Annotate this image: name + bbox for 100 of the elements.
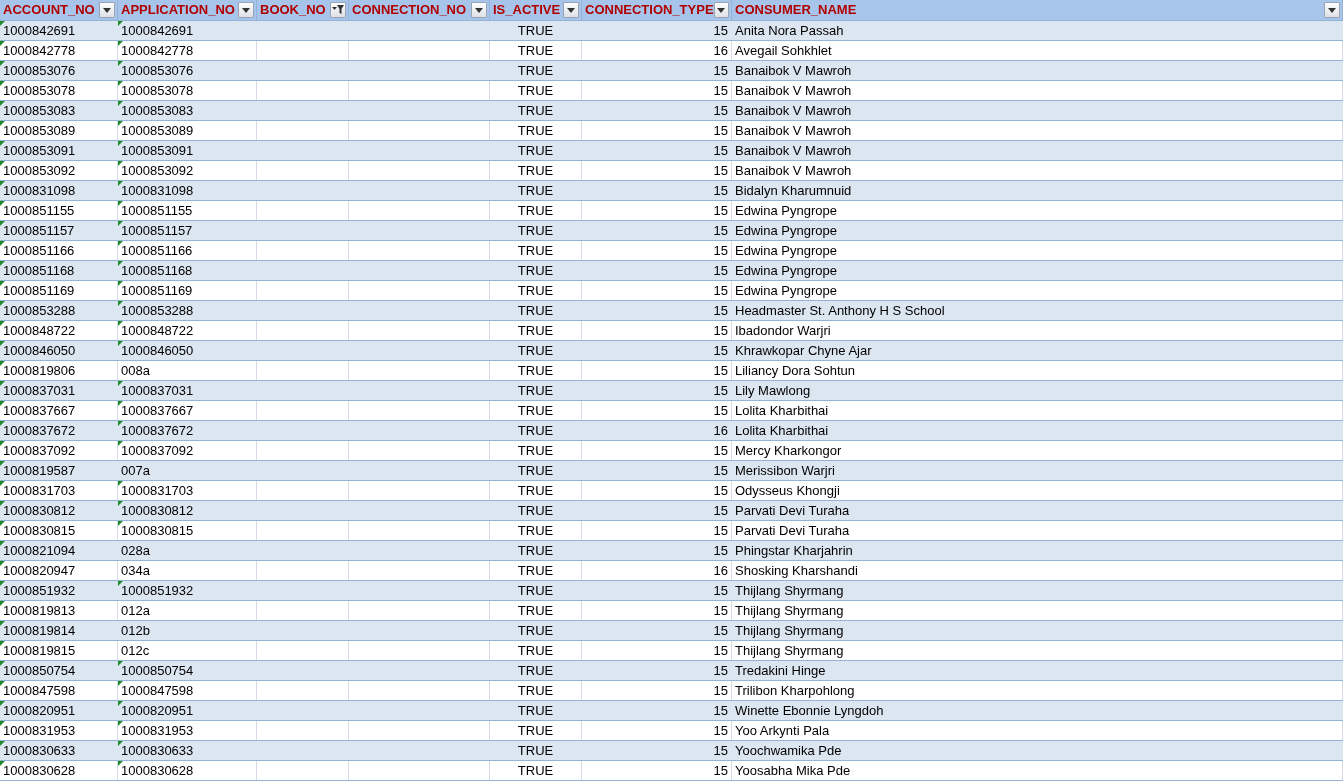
column-header: APPLICATION_NO [121, 1, 235, 19]
table-cell: 15 [713, 122, 728, 139]
table-cell: 15 [713, 542, 728, 559]
table-cell: TRUE [517, 342, 554, 359]
table-cell: 15 [713, 322, 728, 339]
table-cell: 034a [121, 562, 150, 579]
table-cell: 1000851166 [121, 242, 193, 259]
table-cell: 1000853288 [121, 302, 194, 319]
table-cell: TRUE [517, 602, 554, 619]
table-cell: Bidalyn Kharumnuid [735, 182, 852, 199]
table-cell: 1000851169 [3, 282, 75, 299]
filter-dropdown-button[interactable] [238, 2, 254, 18]
column-header: ACCOUNT_NO [3, 1, 95, 19]
table-cell: TRUE [517, 122, 554, 139]
table-cell: 1000837667 [121, 402, 194, 419]
table-cell: 15 [713, 642, 728, 659]
table-cell: 1000851155 [121, 202, 193, 219]
table-cell: Tredakini Hinge [735, 662, 826, 679]
table-cell: 15 [713, 702, 728, 719]
table-cell: TRUE [517, 482, 554, 499]
table-cell: 15 [713, 442, 728, 459]
table-cell: 1000830628 [3, 762, 76, 779]
table-cell: 1000851168 [3, 262, 75, 279]
table-cell: Yoochwamika Pde [735, 742, 842, 759]
table-cell: 15 [713, 762, 728, 779]
filter-dropdown-button[interactable] [99, 2, 115, 18]
table-cell: 15 [713, 22, 728, 39]
table-cell: TRUE [517, 682, 554, 699]
table-cell: Yoo Arkynti Pala [735, 722, 830, 739]
table-cell: 1000851932 [121, 582, 194, 599]
table-cell: 1000853091 [3, 142, 76, 159]
table-cell: TRUE [517, 202, 554, 219]
table-cell: 1000819814 [3, 622, 76, 639]
table-cell: 007a [121, 462, 150, 479]
table-cell: Avegail Sohkhlet [735, 42, 832, 59]
table-cell: TRUE [517, 762, 554, 779]
table-cell: Yoosabha Mika Pde [735, 762, 851, 779]
table-cell: 15 [713, 62, 728, 79]
table-cell: 1000830628 [121, 762, 194, 779]
table-cell: Anita Nora Passah [735, 22, 844, 39]
table-cell: Khrawkopar Chyne Ajar [735, 342, 872, 359]
table-cell: 15 [713, 242, 728, 259]
table-cell: Thijlang Shyrmang [735, 602, 844, 619]
table-cell: TRUE [517, 742, 554, 759]
table-cell: 1000819815 [3, 642, 76, 659]
table-cell: 1000820951 [3, 702, 76, 719]
table-cell: TRUE [517, 142, 554, 159]
table-cell: 1000819587 [3, 462, 76, 479]
table-cell: 15 [713, 742, 728, 759]
table-cell: 1000831953 [3, 722, 76, 739]
column-header: CONSUMER_NAME [735, 1, 857, 19]
table-cell: 15 [713, 502, 728, 519]
table-cell: Headmaster St. Anthony H S School [735, 302, 945, 319]
table-cell: 15 [713, 182, 728, 199]
filter-dropdown-button[interactable] [713, 2, 729, 18]
table-cell: TRUE [517, 302, 554, 319]
table-cell: 1000853089 [121, 122, 194, 139]
table-cell: 1000837672 [3, 422, 76, 439]
table-cell: 1000847598 [121, 682, 194, 699]
table-cell: 1000837031 [3, 382, 76, 399]
table-cell: 1000819813 [3, 602, 76, 619]
table-cell: TRUE [517, 262, 554, 279]
table-cell: Edwina Pyngrope [735, 262, 837, 279]
table-cell: 1000837092 [121, 442, 194, 459]
table-cell: 1000853288 [3, 302, 76, 319]
table-cell: 15 [713, 482, 728, 499]
column-header: CONNECTION_NO [352, 1, 467, 19]
table-cell: TRUE [517, 702, 554, 719]
table-cell: 012a [121, 602, 150, 619]
table-cell: TRUE [517, 382, 554, 399]
table-cell: TRUE [517, 522, 554, 539]
table-cell: Banaibok V Mawroh [735, 102, 852, 119]
table-cell: TRUE [517, 422, 554, 439]
filter-dropdown-button[interactable] [1324, 2, 1340, 18]
filter-active-button[interactable] [330, 2, 346, 18]
table-cell: Edwina Pyngrope [735, 222, 837, 239]
table-cell: Lolita Kharbithai [735, 402, 829, 419]
table-cell: 15 [713, 202, 728, 219]
table-cell: TRUE [517, 662, 554, 679]
table-cell: Ibadondor Warjri [735, 322, 831, 339]
table-cell: 15 [713, 262, 728, 279]
table-cell: TRUE [517, 42, 554, 59]
table-cell: 15 [713, 622, 728, 639]
table-cell: Edwina Pyngrope [735, 242, 837, 259]
table-cell: 1000853092 [3, 162, 76, 179]
filter-dropdown-button[interactable] [471, 2, 487, 18]
table-cell: 1000830633 [3, 742, 76, 759]
column-header: BOOK_NO [260, 1, 326, 19]
filter-dropdown-button[interactable] [563, 2, 579, 18]
table-cell: TRUE [517, 722, 554, 739]
table-cell: 15 [713, 582, 728, 599]
table-cell: 15 [713, 382, 728, 399]
table-cell: Lolita Kharbithai [735, 422, 829, 439]
table-cell: TRUE [517, 402, 554, 419]
table-cell: 15 [713, 402, 728, 419]
table-cell: Parvati Devi Turaha [735, 502, 850, 519]
column-header: IS_ACTIVE [493, 1, 561, 19]
table-cell: 15 [713, 462, 728, 479]
table-cell: 1000842778 [3, 42, 76, 59]
table-cell: 1000831953 [121, 722, 194, 739]
